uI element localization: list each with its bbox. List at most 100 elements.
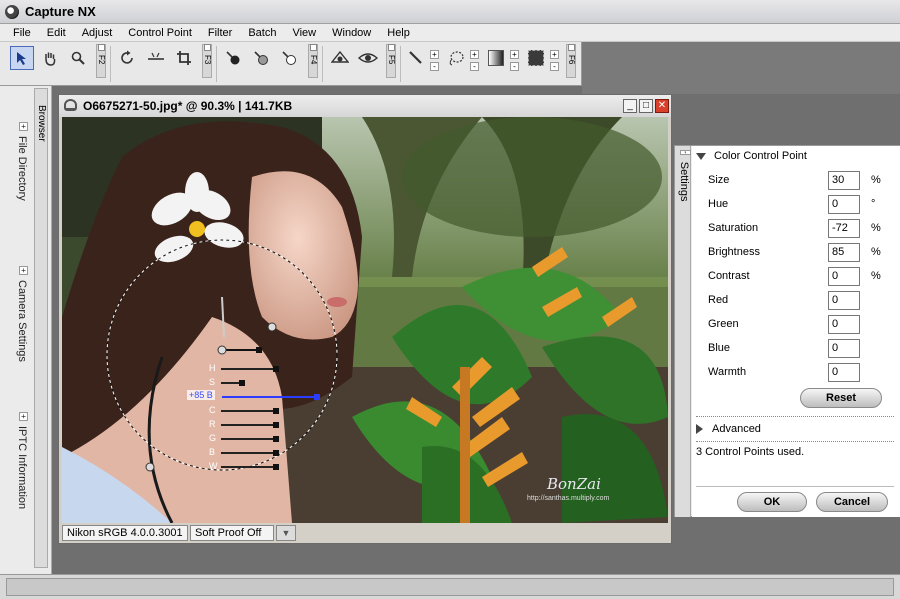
document-icon bbox=[64, 99, 77, 111]
tab-browser[interactable]: Browser bbox=[34, 88, 48, 568]
warmth-field[interactable]: 0 bbox=[828, 363, 860, 382]
menu-file[interactable]: File bbox=[0, 27, 39, 39]
menu-view[interactable]: View bbox=[284, 27, 324, 39]
watermark-text: BonZai bbox=[547, 475, 601, 493]
ok-button[interactable]: OK bbox=[737, 492, 807, 512]
soft-proof-dropdown[interactable]: Soft Proof Off bbox=[190, 525, 274, 541]
cancel-button[interactable]: Cancel bbox=[816, 492, 888, 512]
menu-help[interactable]: Help bbox=[379, 27, 418, 39]
f5-toggle[interactable]: F5 bbox=[386, 44, 396, 78]
contrast-field[interactable]: 0 bbox=[828, 267, 860, 286]
tab-file-directory[interactable]: + File Directory bbox=[8, 122, 28, 201]
param-green: Green 0 bbox=[708, 315, 888, 337]
maximize-button[interactable]: □ bbox=[639, 99, 653, 113]
image-window-titlebar[interactable]: O6675271-50.jpg* @ 90.3% | 141.7KB _ □ ✕ bbox=[59, 95, 671, 117]
size-field[interactable]: 30 bbox=[828, 171, 860, 190]
select-arrow-icon[interactable] bbox=[10, 46, 34, 70]
toolbar: F2 F3 F4 F5 + - + - + - + - F6 bbox=[0, 42, 582, 86]
lasso-minus-button[interactable]: - bbox=[470, 62, 479, 71]
tab-settings[interactable]: - Settings bbox=[675, 146, 691, 517]
gradient-icon[interactable] bbox=[484, 46, 508, 70]
color-profile-label: Nikon sRGB 4.0.0.3001 bbox=[62, 525, 188, 541]
menu-bar: File Edit Adjust Control Point Filter Ba… bbox=[0, 24, 900, 42]
minimize-button[interactable]: _ bbox=[623, 99, 637, 113]
bottom-panel-collapsed[interactable] bbox=[6, 578, 894, 596]
watermark-url: http://santhas.multiply.com bbox=[527, 495, 610, 502]
workspace-background bbox=[582, 42, 900, 94]
slider-label: S bbox=[209, 377, 216, 387]
settings-body: Color Control Point Size 30 % Hue 0 ° Sa… bbox=[692, 146, 900, 517]
image-window: O6675271-50.jpg* @ 90.3% | 141.7KB _ □ ✕ bbox=[58, 94, 672, 544]
blue-field[interactable]: 0 bbox=[828, 339, 860, 358]
white-point-icon[interactable] bbox=[277, 46, 301, 70]
dropdown-arrow-icon[interactable]: ▼ bbox=[276, 525, 296, 541]
brush-icon[interactable] bbox=[404, 46, 428, 70]
image-title: O6675271-50.jpg* @ 90.3% | 141.7KB bbox=[83, 99, 293, 113]
rotate-icon[interactable] bbox=[116, 46, 140, 70]
f4-toggle[interactable]: F4 bbox=[308, 44, 318, 78]
slider-label: G bbox=[209, 433, 217, 443]
param-contrast: Contrast 0 % bbox=[708, 267, 888, 289]
slider-label: W bbox=[209, 461, 218, 471]
param-warmth: Warmth 0 bbox=[708, 363, 888, 385]
collapse-icon[interactable]: - bbox=[680, 150, 691, 155]
f3-toggle[interactable]: F3 bbox=[202, 44, 212, 78]
gradient-minus-button[interactable]: - bbox=[510, 62, 519, 71]
menu-window[interactable]: Window bbox=[324, 27, 379, 39]
f2-toggle[interactable]: F2 bbox=[96, 44, 106, 78]
red-eye-icon[interactable] bbox=[328, 46, 352, 70]
active-slider-value: +85 B bbox=[187, 390, 215, 400]
photo-image bbox=[62, 117, 668, 523]
expand-triangle-icon bbox=[696, 424, 703, 434]
param-red: Red 0 bbox=[708, 291, 888, 313]
brush-minus-button[interactable]: - bbox=[430, 62, 439, 71]
param-blue: Blue 0 bbox=[708, 339, 888, 361]
control-points-status: 3 Control Points used. bbox=[696, 446, 805, 458]
crop-icon[interactable] bbox=[172, 46, 196, 70]
tab-camera-settings[interactable]: + Camera Settings bbox=[8, 266, 28, 362]
f6-toggle[interactable]: F6 bbox=[566, 44, 576, 78]
slider-label: H bbox=[209, 363, 216, 373]
eye-icon[interactable] bbox=[356, 46, 380, 70]
green-field[interactable]: 0 bbox=[828, 315, 860, 334]
expand-icon[interactable]: + bbox=[19, 122, 28, 131]
close-button[interactable]: ✕ bbox=[655, 99, 669, 113]
menu-control-point[interactable]: Control Point bbox=[120, 27, 200, 39]
reset-button[interactable]: Reset bbox=[800, 388, 882, 408]
color-control-point-header[interactable]: Color Control Point bbox=[696, 150, 807, 162]
brush-plus-button[interactable]: + bbox=[430, 50, 439, 59]
neutral-point-icon[interactable] bbox=[249, 46, 273, 70]
bottom-bar bbox=[0, 574, 900, 599]
fill-minus-button[interactable]: - bbox=[550, 62, 559, 71]
black-point-icon[interactable] bbox=[221, 46, 245, 70]
menu-edit[interactable]: Edit bbox=[39, 27, 74, 39]
hue-field[interactable]: 0 bbox=[828, 195, 860, 214]
fill-plus-button[interactable]: + bbox=[550, 50, 559, 59]
brightness-field[interactable]: 85 bbox=[828, 243, 860, 262]
zoom-icon[interactable] bbox=[66, 46, 90, 70]
menu-filter[interactable]: Filter bbox=[200, 27, 240, 39]
slider-label: C bbox=[209, 405, 216, 415]
image-status-bar: Nikon sRGB 4.0.0.3001 Soft Proof Off ▼ bbox=[62, 525, 668, 541]
tab-iptc-information[interactable]: + IPTC Information bbox=[8, 412, 28, 509]
saturation-field[interactable]: -72 bbox=[828, 219, 860, 238]
gradient-plus-button[interactable]: + bbox=[510, 50, 519, 59]
control-point-slider-labels: H S B C R G B W bbox=[209, 361, 218, 473]
expand-icon[interactable]: + bbox=[19, 412, 28, 421]
slider-label: B bbox=[209, 447, 216, 457]
title-bar: Capture NX bbox=[0, 0, 900, 24]
straighten-icon[interactable] bbox=[144, 46, 168, 70]
photo-canvas[interactable]: H S B C R G B W +85 B BonZai http://sant… bbox=[62, 117, 668, 523]
lasso-plus-button[interactable]: + bbox=[470, 50, 479, 59]
hand-icon[interactable] bbox=[38, 46, 62, 70]
advanced-header[interactable]: Advanced bbox=[696, 423, 761, 435]
red-field[interactable]: 0 bbox=[828, 291, 860, 310]
app-title: Capture NX bbox=[25, 4, 96, 19]
fill-icon[interactable] bbox=[524, 46, 548, 70]
expand-icon[interactable]: + bbox=[19, 266, 28, 275]
settings-panel: - Settings Color Control Point Size 30 %… bbox=[674, 145, 900, 517]
menu-adjust[interactable]: Adjust bbox=[74, 27, 121, 39]
lasso-icon[interactable] bbox=[444, 46, 468, 70]
menu-batch[interactable]: Batch bbox=[240, 27, 284, 39]
app-logo-icon bbox=[5, 4, 19, 19]
